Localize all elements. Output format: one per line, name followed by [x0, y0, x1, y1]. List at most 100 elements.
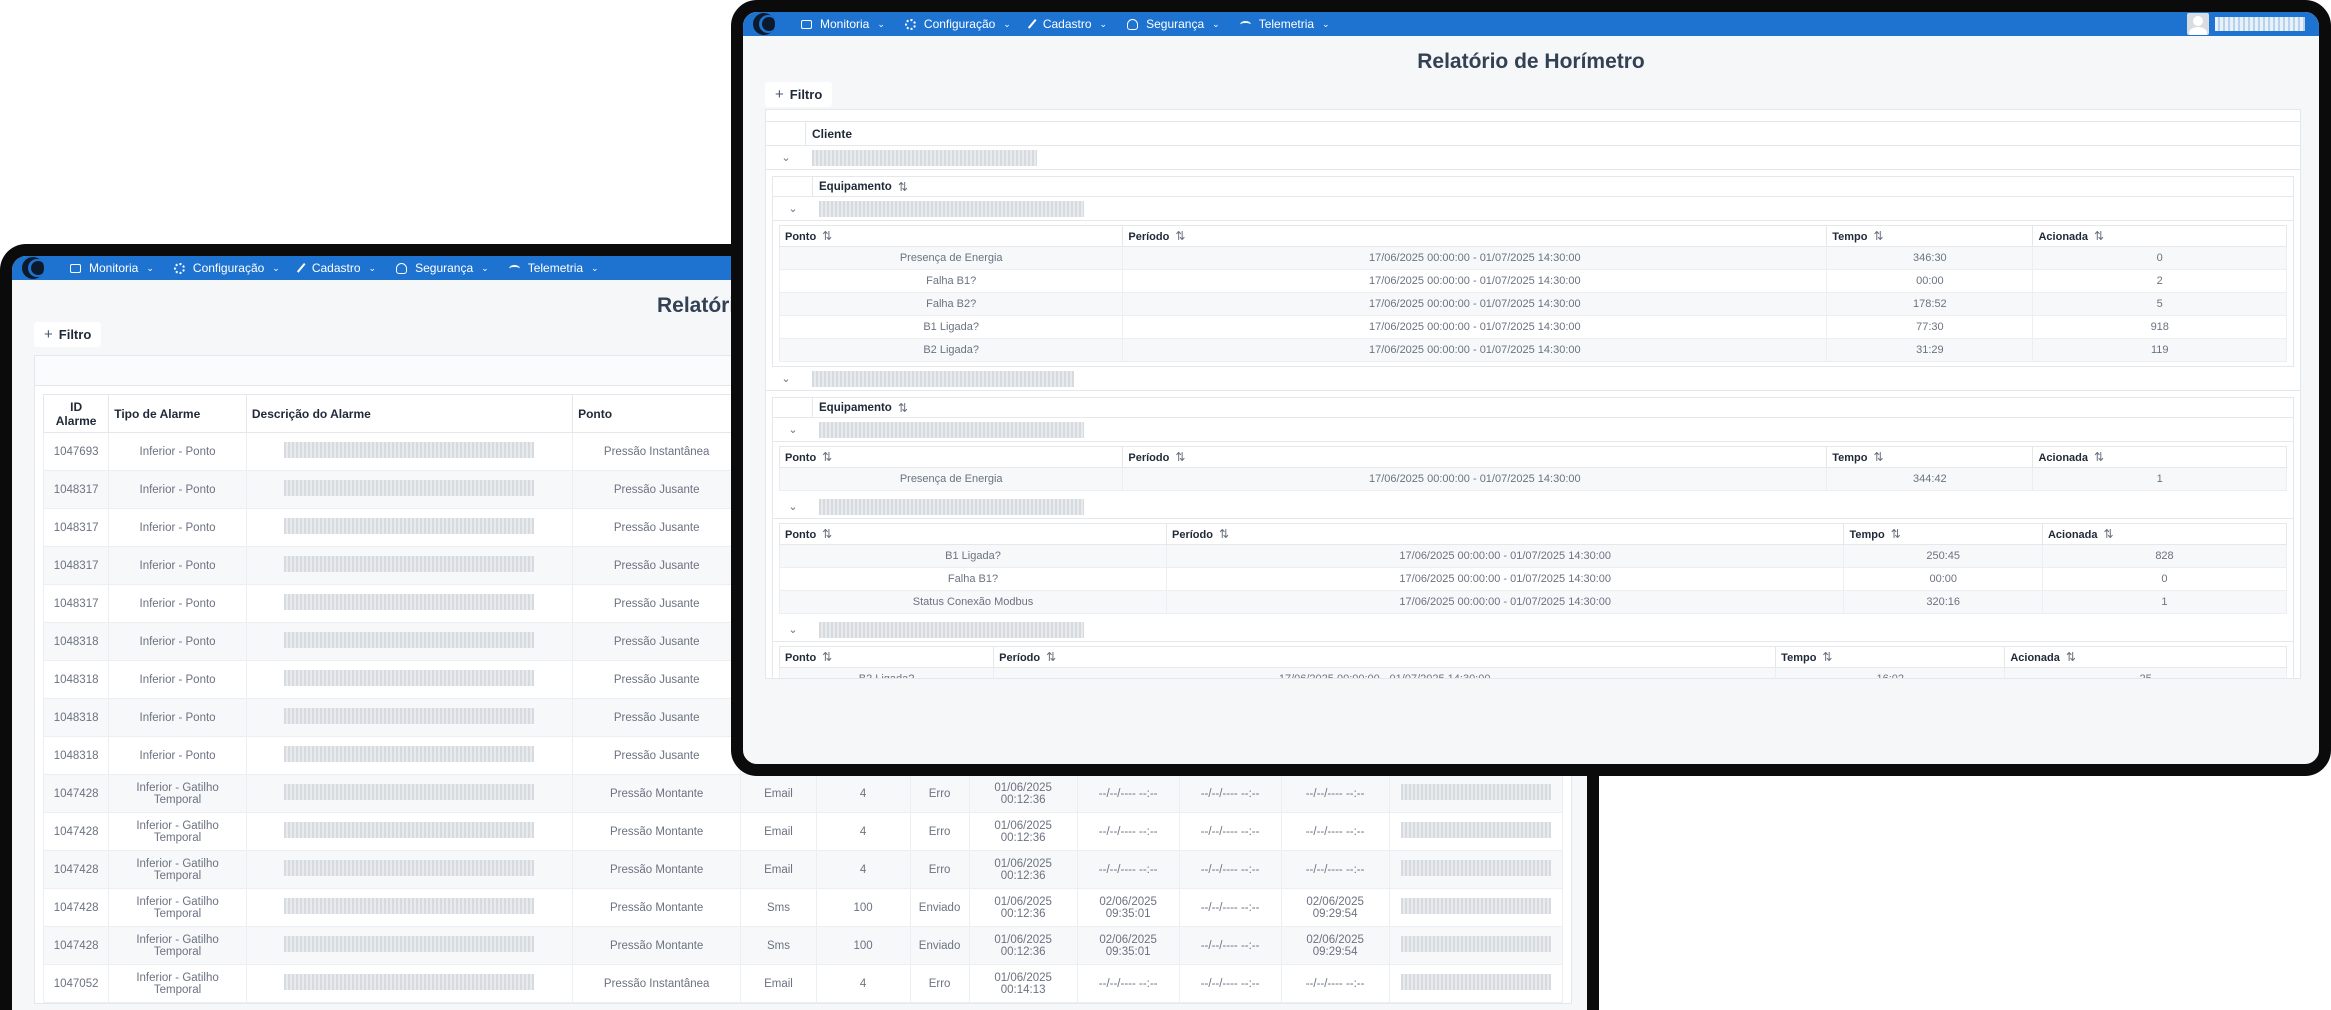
client-row[interactable]: ⌄ [766, 367, 2300, 391]
table-cell: 1047428 [42, 812, 110, 851]
user-menu[interactable] [2187, 13, 2305, 35]
sort-icon[interactable]: ⇅ [898, 180, 908, 194]
point-col-header[interactable]: Tempo ⇅ [1826, 225, 2034, 247]
pencil-icon [1027, 18, 1038, 30]
table-row[interactable]: 1047428 Inferior - Gatilho Temporal Pressã… [42, 850, 1564, 889]
table-row[interactable]: Falha B1? 17/06/2025 00:00:00 - 01/07/202… [778, 269, 2287, 293]
chevron-down-icon[interactable]: ⌄ [773, 623, 813, 636]
sort-icon[interactable]: ⇅ [1175, 229, 1185, 243]
nav-configuracao[interactable]: Configuração ⌄ [904, 17, 1011, 31]
table-row[interactable]: B2 Ligada? 17/06/2025 00:00:00 - 01/07/20… [778, 667, 2287, 678]
table-row[interactable]: Presença de Energia 17/06/2025 00:00:00 -… [778, 246, 2287, 270]
nav-telemetria[interactable]: Telemetria ⌄ [508, 261, 599, 275]
sort-icon[interactable]: ⇅ [822, 527, 832, 541]
client-row[interactable]: ⌄ [766, 146, 2300, 170]
chevron-down-icon[interactable]: ⌄ [773, 500, 813, 513]
nav-telemetria[interactable]: Telemetria ⌄ [1239, 17, 1330, 31]
sort-icon[interactable]: ⇅ [822, 229, 832, 243]
point-col-header[interactable]: Período ⇅ [993, 646, 1777, 668]
equipment-row[interactable]: ⌄ [773, 618, 2293, 642]
table-row[interactable]: Presença de Energia 17/06/2025 00:00:00 -… [778, 467, 2287, 491]
sort-icon[interactable]: ⇅ [1219, 527, 1229, 541]
filter-toggle[interactable]: + Filtro [765, 82, 833, 107]
sort-icon[interactable]: ⇅ [822, 450, 832, 464]
equipment-row[interactable]: ⌄ [773, 418, 2293, 442]
sort-icon[interactable]: ⇅ [898, 401, 908, 415]
table-row[interactable]: 1047428 Inferior - Gatilho Temporal Pressã… [42, 926, 1564, 965]
point-col-header[interactable]: Período ⇅ [1122, 446, 1828, 468]
nav-cadastro[interactable]: Cadastro ⌄ [1027, 17, 1107, 31]
nav-configuracao[interactable]: Configuração ⌄ [173, 261, 280, 275]
alarm-col-header[interactable]: Ponto [572, 394, 742, 433]
avatar [2187, 13, 2209, 35]
point-col-header[interactable]: Tempo ⇅ [1826, 446, 2034, 468]
sort-icon[interactable]: ⇅ [1873, 229, 1883, 243]
nav-seguranca[interactable]: Segurança ⌄ [396, 261, 489, 275]
chevron-down-icon[interactable]: ⌄ [773, 423, 813, 436]
sort-icon[interactable]: ⇅ [1046, 650, 1056, 664]
sort-icon[interactable]: ⇅ [2066, 650, 2076, 664]
nav-seguranca[interactable]: Segurança ⌄ [1127, 17, 1220, 31]
sort-icon[interactable]: ⇅ [1822, 650, 1832, 664]
table-cell: 4 [815, 964, 911, 1003]
sort-icon[interactable]: ⇅ [1873, 450, 1883, 464]
sort-icon[interactable]: ⇅ [2104, 527, 2114, 541]
table-cell: Falha B1? [778, 269, 1124, 293]
table-row[interactable]: 1047052 Inferior - Gatilho Temporal Pressã… [42, 964, 1564, 1003]
sort-icon[interactable]: ⇅ [1891, 527, 1901, 541]
equipment-row[interactable]: ⌄ [773, 495, 2293, 519]
table-row[interactable]: B1 Ligada? 17/06/2025 00:00:00 - 01/07/20… [778, 315, 2287, 339]
table-row[interactable]: 1047428 Inferior - Gatilho Temporal Pressã… [42, 888, 1564, 927]
point-col-header[interactable]: Acionada ⇅ [2004, 646, 2287, 668]
nav-cadastro[interactable]: Cadastro ⌄ [296, 261, 376, 275]
table-cell: Enviado [909, 926, 970, 965]
point-col-header[interactable]: Acionada ⇅ [2032, 225, 2287, 247]
table-cell: Presença de Energia [778, 467, 1124, 491]
point-col-header[interactable]: Tempo ⇅ [1775, 646, 2006, 668]
sort-icon[interactable]: ⇅ [822, 650, 832, 664]
point-col-header[interactable]: Ponto ⇅ [778, 225, 1124, 247]
table-row[interactable]: B1 Ligada? 17/06/2025 00:00:00 - 01/07/20… [779, 544, 2288, 568]
nav-monitoria[interactable]: Monitoria ⌄ [801, 17, 885, 31]
table-cell: 5 [2032, 292, 2287, 316]
table-cell: Email [740, 812, 817, 851]
sort-icon[interactable]: ⇅ [2094, 450, 2104, 464]
alarm-col-header[interactable]: Tipo de Alarme [108, 394, 247, 433]
chevron-down-icon[interactable]: ⌄ [766, 151, 806, 164]
table-row[interactable]: 1047428 Inferior - Gatilho Temporal Pressã… [42, 812, 1564, 851]
table-cell: 17/06/2025 00:00:00 - 01/07/2025 14:30:0… [993, 667, 1777, 678]
nav-monitoria[interactable]: Monitoria ⌄ [70, 261, 154, 275]
table-row[interactable]: Falha B1? 17/06/2025 00:00:00 - 01/07/202… [779, 567, 2288, 591]
equipment-header[interactable]: Equipamento ⇅ [773, 177, 2293, 197]
sort-icon[interactable]: ⇅ [1175, 450, 1185, 464]
filter-toggle[interactable]: + Filtro [34, 322, 102, 347]
table-cell: Pressão Jusante [572, 622, 742, 661]
table-row[interactable]: 1047428 Inferior - Gatilho Temporal Pressã… [42, 774, 1564, 813]
app-logo[interactable] [753, 13, 775, 35]
equipment-row[interactable]: ⌄ [773, 197, 2293, 221]
point-col-header[interactable]: Acionada ⇅ [2032, 446, 2287, 468]
redacted-text [1400, 974, 1551, 990]
table-cell: Erro [909, 774, 970, 813]
sort-icon[interactable]: ⇅ [2094, 229, 2104, 243]
point-col-header[interactable]: Ponto ⇅ [778, 446, 1124, 468]
table-cell: 17/06/2025 00:00:00 - 01/07/2025 14:30:0… [1165, 590, 1845, 614]
point-col-header[interactable]: Tempo ⇅ [1843, 523, 2043, 545]
table-row[interactable]: Falha B2? 17/06/2025 00:00:00 - 01/07/202… [778, 292, 2287, 316]
redacted-cell [1388, 964, 1564, 1003]
alarm-col-header[interactable]: ID Alarme [42, 394, 110, 433]
table-row[interactable]: B2 Ligada? 17/06/2025 00:00:00 - 01/07/20… [778, 338, 2287, 362]
point-col-header[interactable]: Acionada ⇅ [2041, 523, 2288, 545]
point-col-header[interactable]: Período ⇅ [1165, 523, 1845, 545]
chevron-down-icon[interactable]: ⌄ [766, 372, 806, 385]
app-logo[interactable] [22, 257, 44, 279]
redacted-cell [1388, 774, 1564, 813]
point-col-header[interactable]: Ponto ⇅ [779, 523, 1167, 545]
point-col-header[interactable]: Período ⇅ [1122, 225, 1828, 247]
point-col-header[interactable]: Ponto ⇅ [778, 646, 995, 668]
chevron-down-icon[interactable]: ⌄ [773, 202, 813, 215]
table-cell: 16:02 [1775, 667, 2006, 678]
alarm-col-header[interactable]: Descrição do Alarme [245, 394, 574, 433]
equipment-header[interactable]: Equipamento ⇅ [773, 398, 2293, 418]
table-row[interactable]: Status Conexão Modbus 17/06/2025 00:00:00… [779, 590, 2288, 614]
